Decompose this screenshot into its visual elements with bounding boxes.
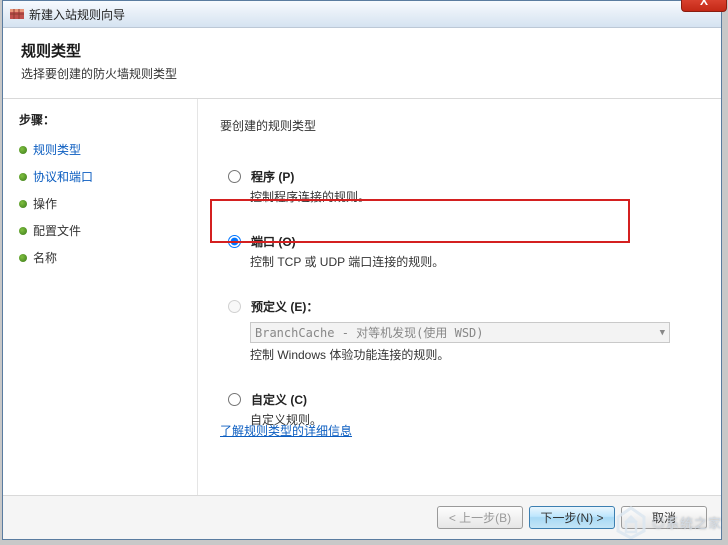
window-title: 新建入站规则向导	[29, 6, 125, 23]
learn-more-link[interactable]: 了解规则类型的详细信息	[220, 422, 352, 439]
titlebar[interactable]: 新建入站规则向导 X	[3, 1, 721, 28]
cancel-button[interactable]: 取消	[621, 506, 707, 529]
step-name[interactable]: 名称	[19, 244, 185, 271]
wizard-window: 新建入站规则向导 X 规则类型 选择要创建的防火墙规则类型 步骤： 规则类型 协…	[2, 0, 722, 540]
option-program[interactable]: 程序 (P) 控制程序连接的规则。	[220, 162, 697, 211]
firewall-icon	[9, 6, 25, 22]
wizard-header: 规则类型 选择要创建的防火墙规则类型	[3, 28, 721, 99]
radio-custom[interactable]	[228, 393, 241, 406]
rule-type-options: 程序 (P) 控制程序连接的规则。 端口 (O) 控制 TCP 或 UDP 端口…	[220, 162, 697, 434]
option-port[interactable]: 端口 (O) 控制 TCP 或 UDP 端口连接的规则。	[220, 227, 697, 276]
step-action[interactable]: 操作	[19, 190, 185, 217]
wizard-footer: < 上一步(B) 下一步(N) > 取消	[3, 495, 721, 539]
predefined-dropdown[interactable]: BranchCache - 对等机发现(使用 WSD) ▼	[250, 322, 670, 343]
bullet-icon	[19, 200, 27, 208]
close-button[interactable]: X	[681, 0, 727, 12]
page-title: 规则类型	[21, 40, 703, 61]
back-button[interactable]: < 上一步(B)	[437, 506, 523, 529]
page-subtitle: 选择要创建的防火墙规则类型	[21, 65, 703, 82]
bullet-icon	[19, 173, 27, 181]
content-pane: 要创建的规则类型 程序 (P) 控制程序连接的规则。 端口 (O) 控制 TCP…	[198, 99, 721, 495]
radio-predefined[interactable]	[228, 300, 241, 313]
steps-heading: 步骤：	[19, 111, 185, 128]
bullet-icon	[19, 254, 27, 262]
bullet-icon	[19, 146, 27, 154]
steps-sidebar: 步骤： 规则类型 协议和端口 操作 配置文件 名称	[3, 99, 198, 495]
content-heading: 要创建的规则类型	[220, 117, 697, 134]
step-rule-type[interactable]: 规则类型	[19, 136, 185, 163]
bullet-icon	[19, 227, 27, 235]
radio-program[interactable]	[228, 170, 241, 183]
wizard-body: 步骤： 规则类型 协议和端口 操作 配置文件 名称 要创	[3, 99, 721, 495]
step-profile[interactable]: 配置文件	[19, 217, 185, 244]
chevron-down-icon: ▼	[660, 328, 665, 338]
radio-port[interactable]	[228, 235, 241, 248]
option-predefined[interactable]: 预定义 (E)： BranchCache - 对等机发现(使用 WSD) ▼ 控…	[220, 292, 697, 369]
step-protocol-port[interactable]: 协议和端口	[19, 163, 185, 190]
next-button[interactable]: 下一步(N) >	[529, 506, 615, 529]
